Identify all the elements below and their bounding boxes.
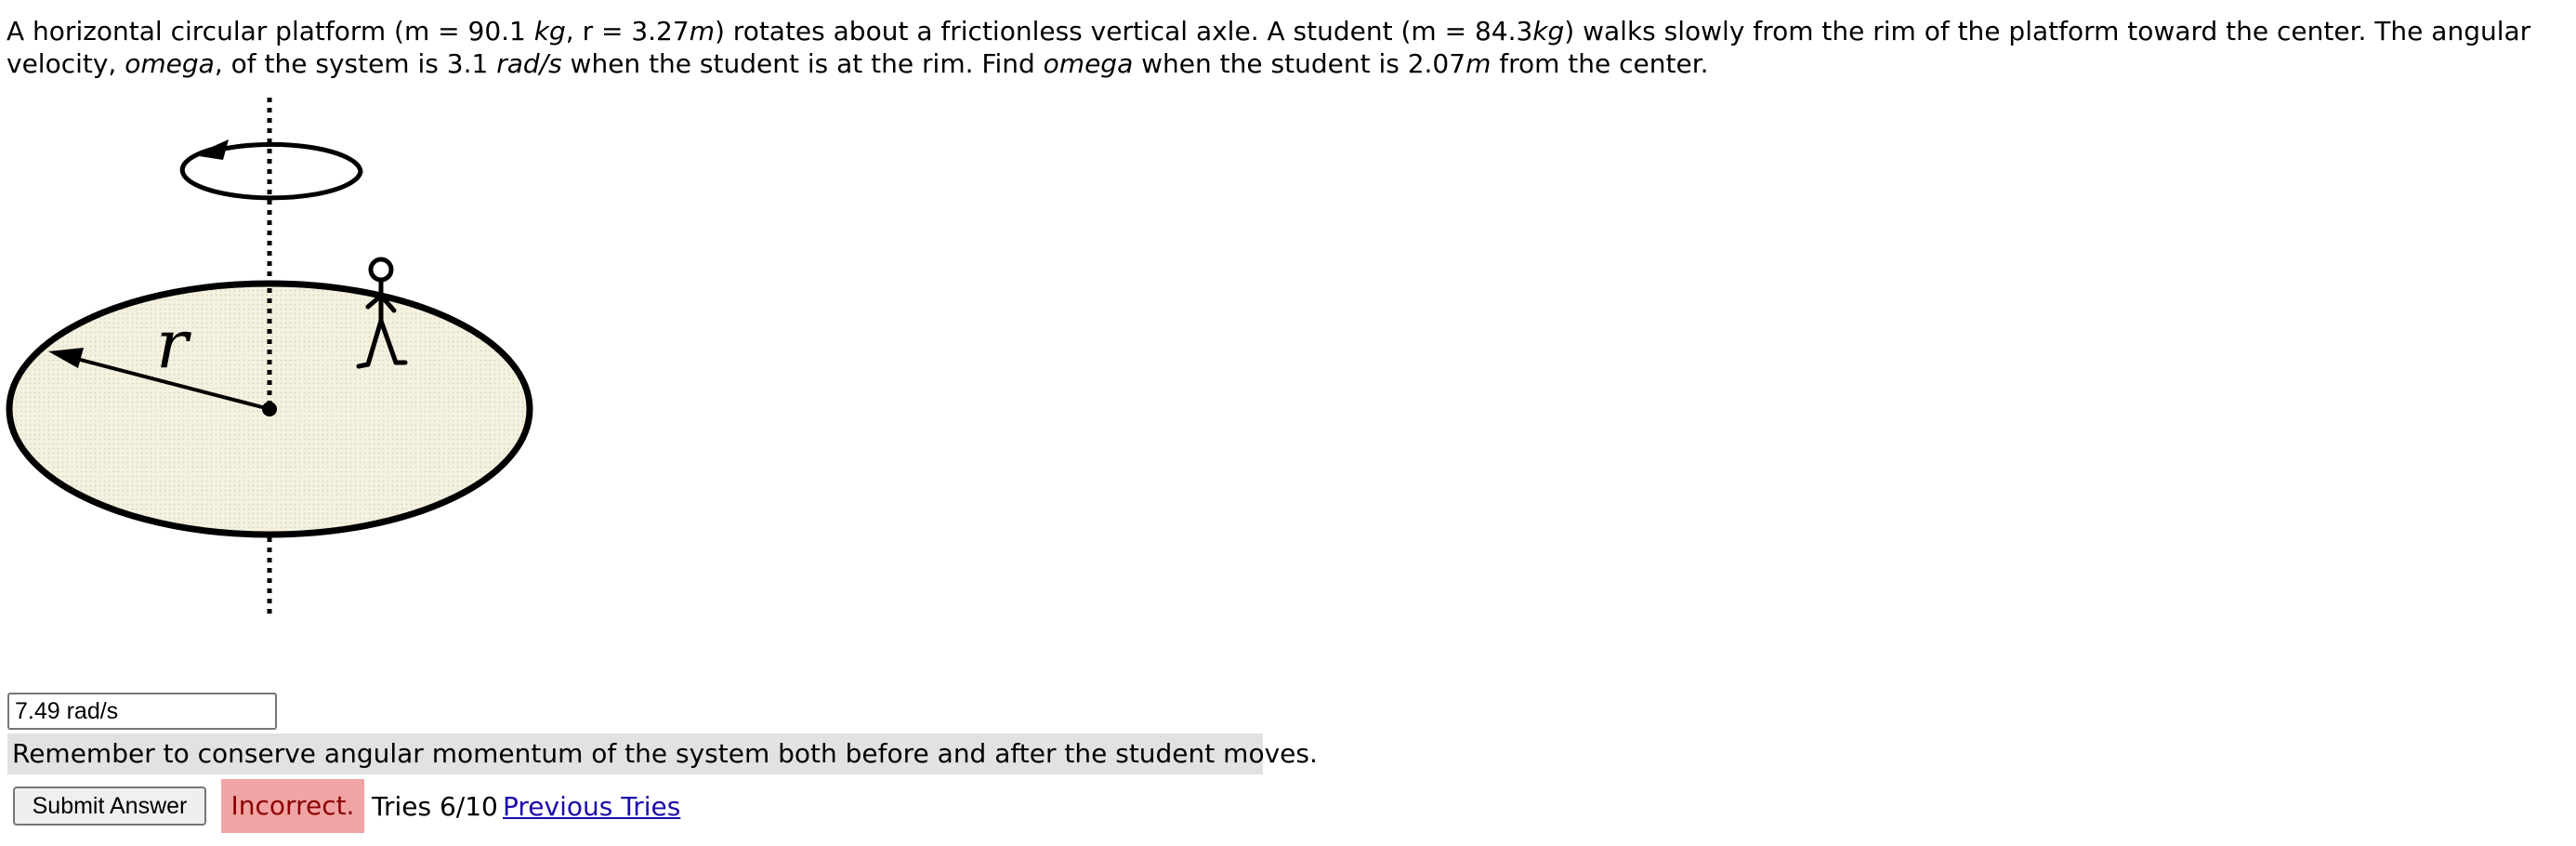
problem-text-part: A horizontal circular platform (m = 90.1 bbox=[7, 16, 534, 46]
tries-counter: Tries 6/10 bbox=[372, 791, 498, 822]
answer-input[interactable] bbox=[7, 693, 277, 730]
radius-label: r bbox=[156, 305, 191, 383]
problem-text-part: when the student is 2.07 bbox=[1133, 48, 1466, 79]
omega-symbol: omega bbox=[125, 48, 215, 79]
problem-text-part: when the student is at the rim. Find bbox=[561, 48, 1044, 79]
problem-text-part: from the center. bbox=[1491, 48, 1709, 79]
problem-text-part: ) rotates about a frictionless vertical … bbox=[714, 16, 1533, 46]
problem-text-part: , r = 3.27 bbox=[565, 16, 690, 46]
unit-kg: kg bbox=[533, 16, 566, 46]
unit-m: m bbox=[1465, 48, 1492, 79]
rotation-arrow-icon bbox=[179, 139, 363, 201]
unit-kg: kg bbox=[1532, 16, 1565, 46]
previous-tries-link[interactable]: Previous Tries bbox=[503, 790, 680, 823]
submit-answer-button[interactable]: Submit Answer bbox=[13, 787, 206, 826]
platform-diagram: r bbox=[6, 98, 533, 618]
hint-message: Remember to conserve angular momentum of… bbox=[7, 734, 1318, 774]
unit-rad-per-s: rad/s bbox=[496, 48, 562, 79]
unit-m: m bbox=[689, 16, 715, 46]
omega-symbol: omega bbox=[1043, 48, 1134, 79]
status-badge: Incorrect. bbox=[221, 779, 364, 833]
problem-text: A horizontal circular platform (m = 90.1… bbox=[7, 15, 2571, 80]
problem-text-part: , of the system is 3.1 bbox=[214, 48, 497, 79]
